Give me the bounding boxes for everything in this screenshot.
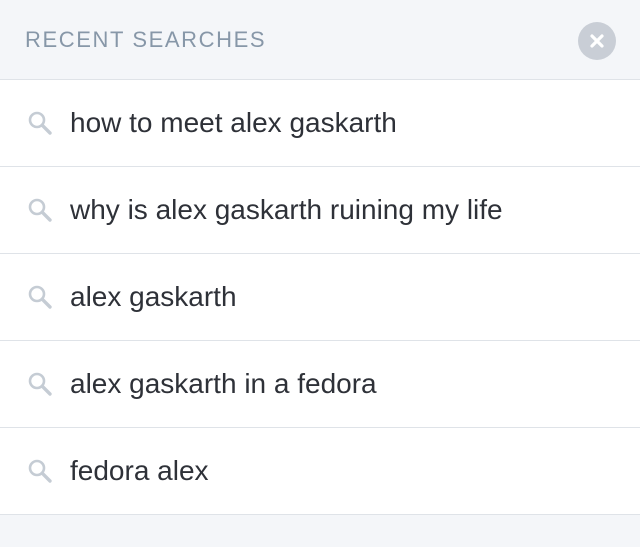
recent-search-label: alex gaskarth in a fedora (70, 368, 377, 399)
recent-search-label: fedora alex (70, 455, 209, 486)
search-icon (26, 457, 54, 485)
panel-footer (0, 515, 640, 547)
recent-searches-list: how to meet alex gaskarth why is alex ga… (0, 80, 640, 515)
search-icon (26, 283, 54, 311)
recent-search-item[interactable]: alex gaskarth (0, 254, 640, 341)
search-icon (26, 109, 54, 137)
search-icon (26, 196, 54, 224)
recent-search-item[interactable]: alex gaskarth in a fedora (0, 341, 640, 428)
recent-searches-title: RECENT SEARCHES (25, 26, 267, 52)
clear-recent-searches-button[interactable] (578, 21, 616, 60)
recent-searches-header: RECENT SEARCHES (0, 0, 640, 80)
search-icon (26, 370, 54, 398)
recent-searches-panel: RECENT SEARCHES how to meet alex gaskart… (0, 0, 640, 547)
recent-search-label: how to meet alex gaskarth (70, 107, 397, 138)
close-icon (590, 33, 604, 48)
recent-search-label: alex gaskarth (70, 281, 237, 312)
recent-search-label: why is alex gaskarth ruining my life (70, 194, 503, 225)
recent-search-item[interactable]: why is alex gaskarth ruining my life (0, 167, 640, 254)
recent-search-item[interactable]: fedora alex (0, 428, 640, 515)
recent-search-item[interactable]: how to meet alex gaskarth (0, 80, 640, 167)
